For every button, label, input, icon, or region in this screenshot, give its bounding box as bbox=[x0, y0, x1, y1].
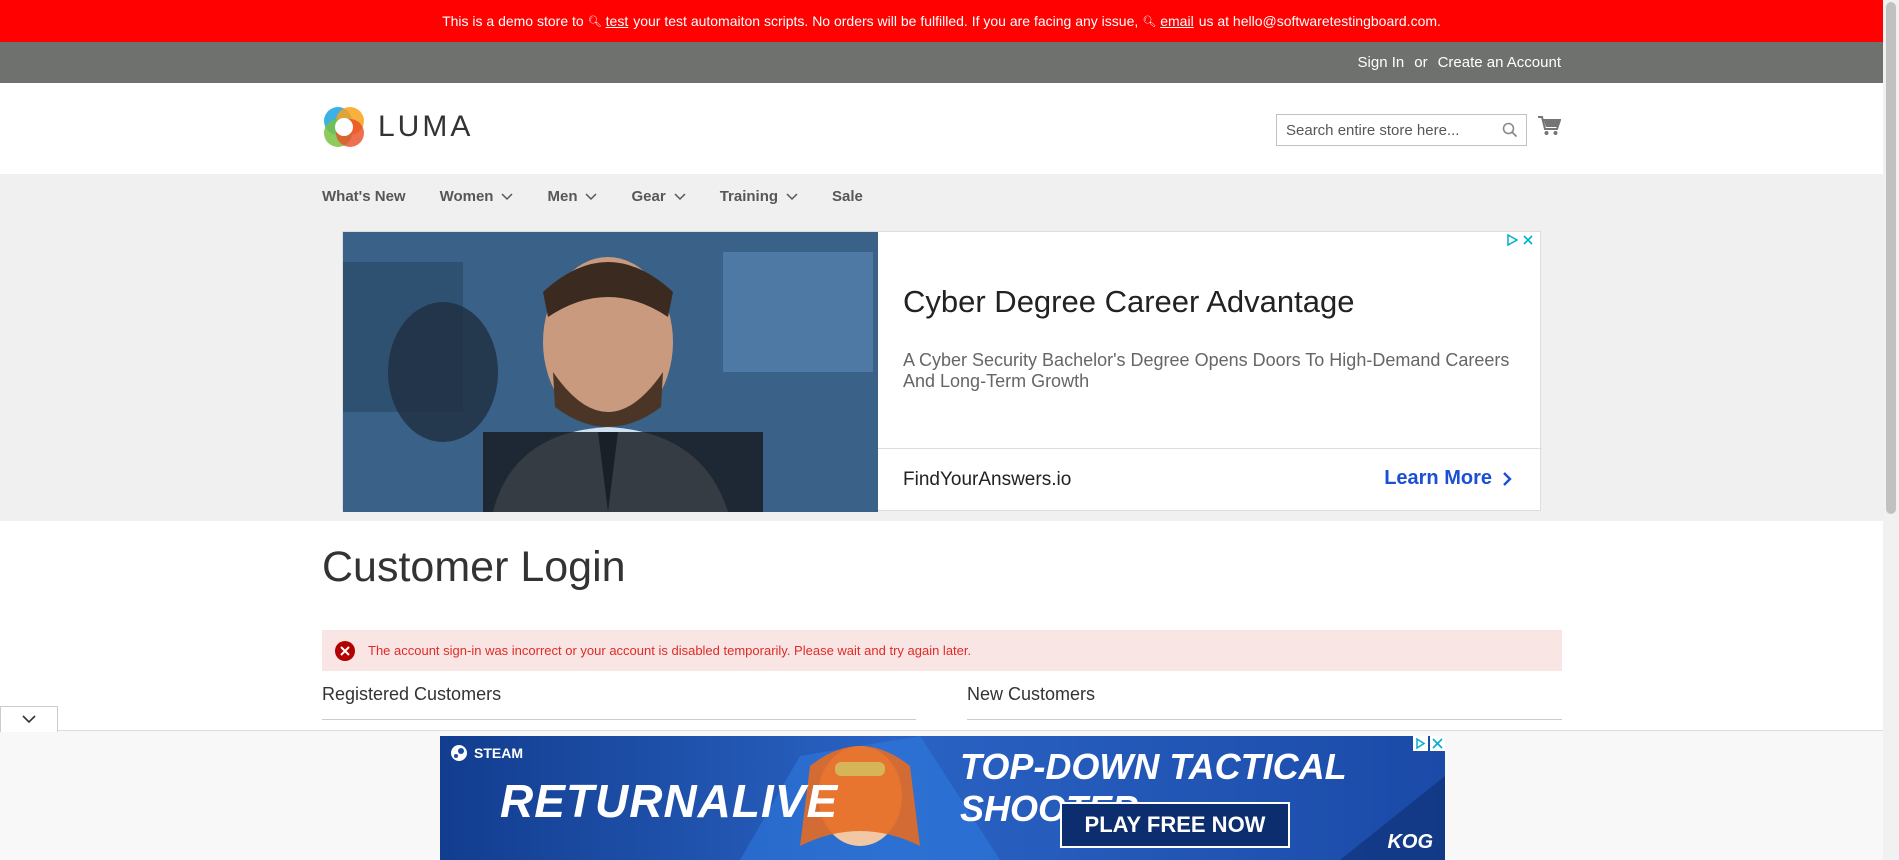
page-title: Customer Login bbox=[322, 543, 626, 591]
nav-label: Women bbox=[439, 188, 494, 205]
create-account-link[interactable]: Create an Account bbox=[1438, 54, 1561, 71]
page-scrollbar[interactable] bbox=[1883, 0, 1899, 860]
brand-name: LUMA bbox=[378, 110, 474, 143]
game-title: RETURNALIVE bbox=[500, 775, 839, 827]
error-icon bbox=[335, 641, 355, 661]
ad-subtitle[interactable]: A Cyber Security Bachelor's Degree Opens… bbox=[903, 350, 1523, 392]
anchor-ad[interactable]: STEAM RETURNALIVE TOP-DOWN TACTICAL SHOO… bbox=[440, 736, 1445, 860]
nav-item-gear[interactable]: Gear bbox=[631, 188, 686, 205]
new-customers-title: New Customers bbox=[967, 684, 1096, 704]
ad-footer: FindYourAnswers.io Learn More bbox=[878, 448, 1542, 512]
luma-logo-icon bbox=[324, 107, 364, 147]
ad-image[interactable] bbox=[343, 232, 878, 512]
search-box[interactable] bbox=[1276, 114, 1527, 146]
ad-choices-icon[interactable] bbox=[1413, 736, 1428, 751]
panel-header: Sign In or Create an Account bbox=[0, 42, 1883, 83]
nav-label: Gear bbox=[631, 188, 666, 205]
nav-label: What's New bbox=[322, 188, 406, 205]
search-input[interactable] bbox=[1286, 121, 1486, 139]
nav-item-training[interactable]: Training bbox=[720, 188, 798, 205]
chevron-down-icon bbox=[585, 192, 598, 200]
demo-notice-text-3: us at hello@softwaretestingboard.com. bbox=[1198, 13, 1441, 29]
ad-domain[interactable]: FindYourAnswers.io bbox=[903, 469, 1071, 491]
learn-more-label: Learn More bbox=[1384, 467, 1492, 489]
nav-label: Sale bbox=[832, 188, 863, 205]
new-customers-divider bbox=[967, 719, 1562, 720]
publisher-logo: KOG bbox=[1387, 831, 1433, 853]
chevron-down-icon bbox=[674, 192, 686, 200]
registered-divider bbox=[322, 719, 916, 720]
cart-icon[interactable] bbox=[1537, 115, 1561, 137]
display-ad[interactable]: Cyber Degree Career Advantage A Cyber Se… bbox=[342, 231, 1542, 512]
learn-more-button[interactable]: Learn More bbox=[1384, 467, 1512, 490]
demo-notice-text-2: your test automaiton scripts. No orders … bbox=[633, 13, 1139, 29]
or-separator: or bbox=[1414, 54, 1428, 71]
ad-choices[interactable] bbox=[1506, 234, 1534, 246]
registered-customers-title: Registered Customers bbox=[322, 684, 502, 704]
demo-test-link[interactable]: test bbox=[606, 13, 629, 29]
chevron-down-icon bbox=[22, 715, 36, 724]
logo[interactable]: LUMA bbox=[322, 105, 473, 149]
collapse-ad-button[interactable] bbox=[0, 706, 58, 732]
chevron-right-icon bbox=[1503, 471, 1512, 486]
ad-photo-illustration bbox=[343, 232, 878, 512]
error-message: The account sign-in was incorrect or you… bbox=[322, 630, 1562, 671]
nav-label: Training bbox=[719, 188, 779, 205]
chevron-down-icon bbox=[501, 192, 514, 200]
close-icon[interactable] bbox=[1430, 736, 1445, 751]
search-icon[interactable] bbox=[1502, 122, 1518, 138]
magnifier-icon: 🔍︎ bbox=[587, 15, 602, 28]
site-header: LUMA bbox=[0, 83, 1883, 174]
nav-label: Men bbox=[547, 188, 578, 205]
ad-title[interactable]: Cyber Degree Career Advantage bbox=[903, 284, 1354, 320]
magnifier-icon: 🔍︎ bbox=[1142, 15, 1157, 28]
sign-in-link[interactable]: Sign In bbox=[1358, 54, 1405, 71]
error-text: The account sign-in was incorrect or you… bbox=[368, 643, 972, 658]
ad-choices[interactable] bbox=[1413, 736, 1445, 751]
platform-name: STEAM bbox=[474, 745, 523, 761]
ad-choices-icon[interactable] bbox=[1506, 234, 1518, 246]
nav-item-whats-new[interactable]: What's New bbox=[322, 188, 406, 205]
nav-item-women[interactable]: Women bbox=[440, 188, 514, 205]
nav-item-men[interactable]: Men bbox=[547, 188, 598, 205]
scrollbar-thumb[interactable] bbox=[1886, 2, 1896, 514]
play-free-now-button[interactable]: PLAY FREE NOW bbox=[1060, 802, 1290, 848]
demo-notice-text-1: This is a demo store to bbox=[442, 13, 584, 29]
chevron-down-icon bbox=[786, 192, 798, 200]
steam-label: STEAM bbox=[450, 744, 523, 762]
close-icon[interactable] bbox=[1522, 234, 1534, 246]
demo-notice-bar: This is a demo store to 🔍︎ test your tes… bbox=[0, 0, 1883, 42]
nav-item-sale[interactable]: Sale bbox=[832, 188, 863, 205]
steam-logo-icon bbox=[451, 745, 467, 761]
demo-email-link[interactable]: email bbox=[1160, 13, 1193, 29]
